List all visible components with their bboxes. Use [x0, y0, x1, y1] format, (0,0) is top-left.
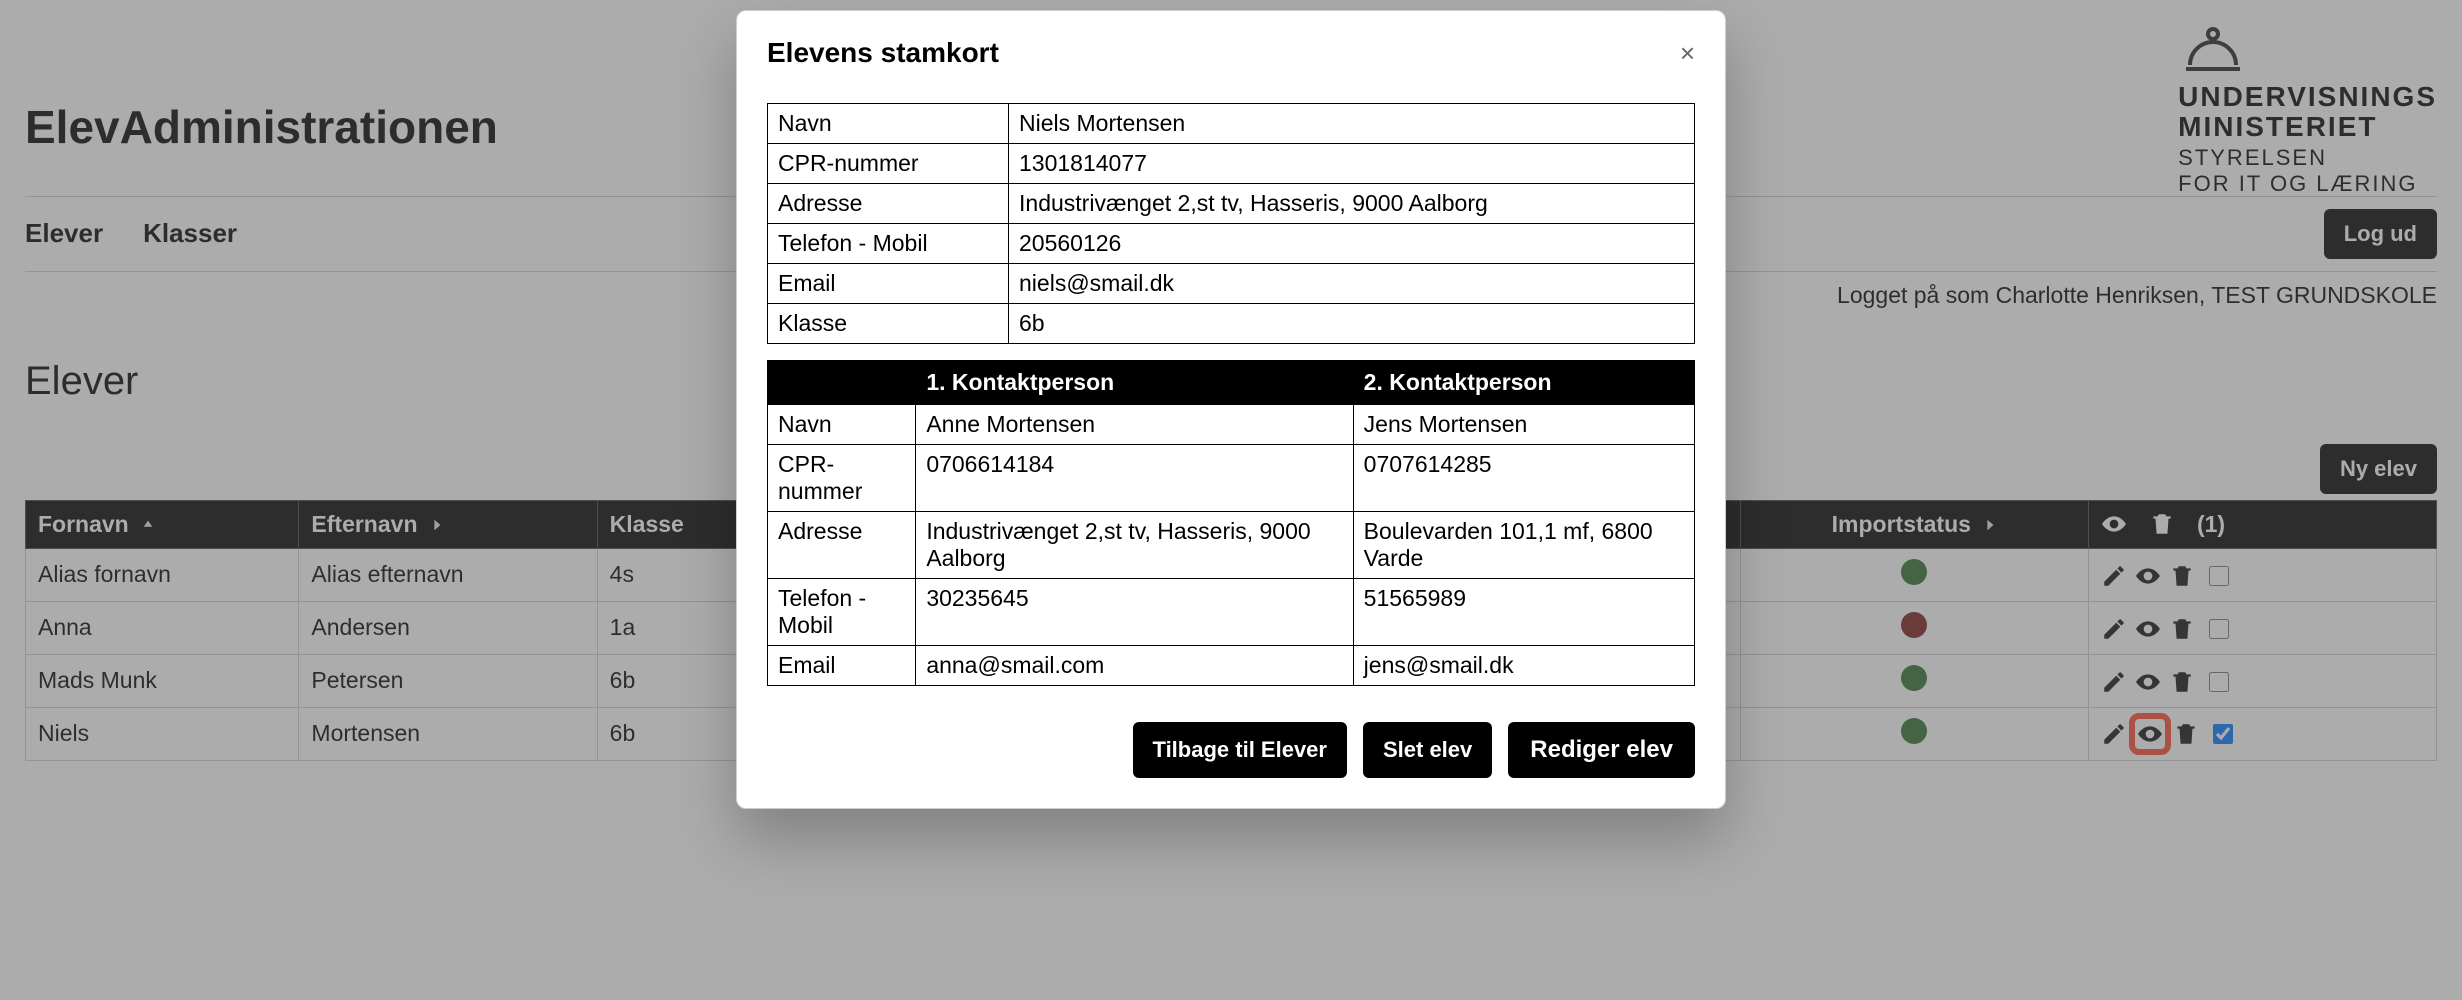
- value-cpr: 1301814077: [1009, 144, 1695, 184]
- contacts-header-2: 2. Kontaktperson: [1353, 361, 1694, 405]
- student-info-table: Navn Niels Mortensen CPR-nummer 13018140…: [767, 103, 1695, 344]
- c1-email: anna@smail.com: [916, 646, 1353, 686]
- c2-tlf: 51565989: [1353, 579, 1694, 646]
- label-adresse: Adresse: [768, 184, 1009, 224]
- c1-navn: Anne Mortensen: [916, 405, 1353, 445]
- c1-cpr: 0706614184: [916, 445, 1353, 512]
- label-cpr: CPR-nummer: [768, 445, 916, 512]
- back-to-students-button[interactable]: Tilbage til Elever: [1133, 722, 1347, 778]
- contacts-header-1: 1. Kontaktperson: [916, 361, 1353, 405]
- value-adresse: Industrivænget 2,st tv, Hasseris, 9000 A…: [1009, 184, 1695, 224]
- c1-adresse: Industrivænget 2,st tv, Hasseris, 9000 A…: [916, 512, 1353, 579]
- close-icon[interactable]: ×: [1680, 38, 1695, 69]
- label-email: Email: [768, 646, 916, 686]
- contacts-corner: [768, 361, 916, 405]
- c2-adresse: Boulevarden 101,1 mf, 6800 Varde: [1353, 512, 1694, 579]
- c2-email: jens@smail.dk: [1353, 646, 1694, 686]
- edit-student-button[interactable]: Rediger elev: [1508, 722, 1695, 778]
- delete-student-button[interactable]: Slet elev: [1363, 722, 1492, 778]
- value-email: niels@smail.dk: [1009, 264, 1695, 304]
- label-navn: Navn: [768, 405, 916, 445]
- label-klasse: Klasse: [768, 304, 1009, 344]
- c1-tlf: 30235645: [916, 579, 1353, 646]
- c2-cpr: 0707614285: [1353, 445, 1694, 512]
- student-card-modal: Elevens stamkort × Navn Niels Mortensen …: [736, 10, 1726, 809]
- value-tlf: 20560126: [1009, 224, 1695, 264]
- label-tlf: Telefon - Mobil: [768, 224, 1009, 264]
- label-email: Email: [768, 264, 1009, 304]
- label-navn: Navn: [768, 104, 1009, 144]
- label-cpr: CPR-nummer: [768, 144, 1009, 184]
- c2-navn: Jens Mortensen: [1353, 405, 1694, 445]
- label-adresse: Adresse: [768, 512, 916, 579]
- value-klasse: 6b: [1009, 304, 1695, 344]
- modal-title: Elevens stamkort: [767, 37, 999, 69]
- label-tlf: Telefon - Mobil: [768, 579, 916, 646]
- contacts-table: 1. Kontaktperson 2. Kontaktperson Navn A…: [767, 360, 1695, 686]
- value-navn: Niels Mortensen: [1009, 104, 1695, 144]
